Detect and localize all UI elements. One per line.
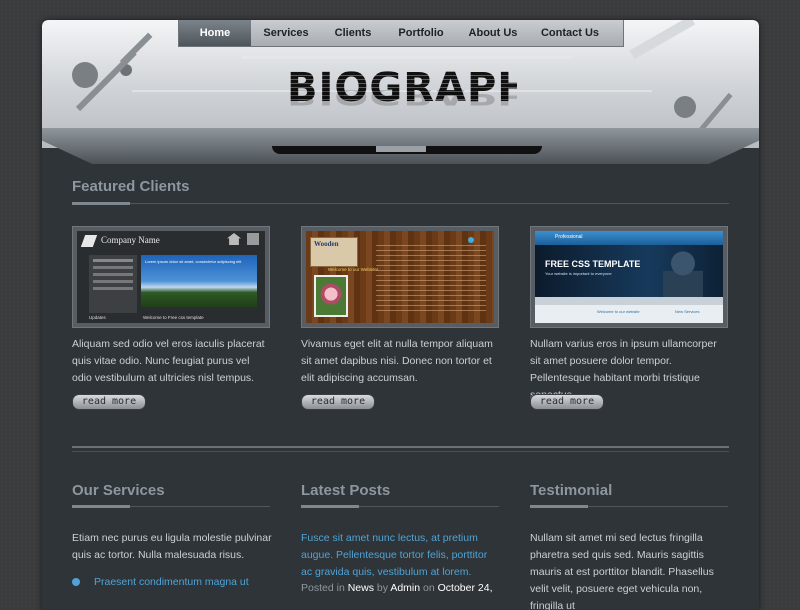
posts-title: Latest Posts xyxy=(301,482,391,499)
thumb3-headline: FREE CSS TEMPLATE xyxy=(545,259,641,269)
nav-services[interactable]: Services xyxy=(251,20,321,46)
read-more-button-1[interactable]: read more xyxy=(72,394,146,410)
main-nav: Home Services Clients Portfolio About Us… xyxy=(178,20,624,47)
client-desc-2: Vivamus eget elit at nulla tempor aliqua… xyxy=(301,338,493,384)
nav-home[interactable]: Home xyxy=(179,20,251,46)
nav-clients[interactable]: Clients xyxy=(321,20,385,46)
thumb2-pin-icon xyxy=(468,237,474,243)
featured-rule xyxy=(72,203,729,204)
section-divider-lower xyxy=(72,451,729,452)
featured-rule-accent xyxy=(72,202,130,205)
testimonial-rule-accent xyxy=(530,505,588,508)
deco-line-left-2 xyxy=(119,32,153,66)
post-meta-author[interactable]: Admin xyxy=(390,582,420,594)
thumb3-figure xyxy=(663,249,703,297)
services-text: Etiam nec purus eu ligula molestie pulvi… xyxy=(72,532,272,561)
thumb1-logo-icon xyxy=(80,235,98,247)
client-desc-1: Aliquam sed odio vel eros iaculis placer… xyxy=(72,338,265,384)
read-more-button-2[interactable]: read more xyxy=(301,394,375,410)
thumb1-doc-icon xyxy=(247,233,259,245)
thumb2-brand: Wooden xyxy=(314,240,339,248)
thumb3-brand: Professional xyxy=(555,234,583,240)
thumb3-sub: Your website is important to everyone xyxy=(545,271,612,276)
thumb1-tagline: Lorem ipsum dolor sit amet, consectetur … xyxy=(145,259,242,264)
thumb1-footer-left: Updates xyxy=(89,315,106,320)
deco-circle-left-large xyxy=(72,62,98,88)
page-container: BIOGRAPH BIOGRAPH Home Services Clients … xyxy=(42,20,759,610)
post-meta-posted: Posted in xyxy=(301,582,345,594)
read-more-button-3[interactable]: read more xyxy=(530,394,604,410)
testimonial-text: Nullam sit amet mi sed lectus fringilla … xyxy=(530,532,714,610)
post-meta-by: by xyxy=(376,582,388,594)
post-meta: Posted in News by Admin on October 24, xyxy=(301,580,501,597)
thumb3-welcome: Welcome to our website xyxy=(597,309,640,314)
bullet-arrow-icon xyxy=(72,578,80,587)
nav-portfolio[interactable]: Portfolio xyxy=(385,20,457,46)
post-link[interactable]: Fusce sit amet nunc lectus, at pretium a… xyxy=(301,530,501,581)
thumb2-text-block xyxy=(376,245,486,315)
section-divider xyxy=(72,446,729,448)
thumb3-hero: FREE CSS TEMPLATE Your website is import… xyxy=(535,245,723,297)
services-item-1[interactable]: Praesent condimentum magna ut xyxy=(72,574,272,591)
post-meta-date: October 24, xyxy=(437,582,493,594)
client-thumb-1[interactable]: Company Name Lorem ipsum dolor sit amet,… xyxy=(72,226,270,328)
services-title: Our Services xyxy=(72,482,165,499)
post-meta-category[interactable]: News xyxy=(348,582,374,594)
featured-title: Featured Clients xyxy=(72,178,190,195)
header-strip-mid xyxy=(376,146,426,152)
services-item-label[interactable]: Praesent condimentum magna ut xyxy=(94,576,249,588)
deco-circle-right xyxy=(674,96,696,118)
posts-rule-accent xyxy=(301,505,359,508)
thumb1-banner: Lorem ipsum dolor sit amet, consectetur … xyxy=(141,255,257,307)
services-rule-accent xyxy=(72,505,130,508)
thumb1-footer-right: Welcome to Free css template xyxy=(143,315,204,320)
logo-reflection: BIOGRAPH xyxy=(287,90,517,108)
deco-stripe-top xyxy=(242,56,572,59)
nav-contact-us[interactable]: Contact Us xyxy=(529,20,611,46)
thumb1-home-icon xyxy=(227,233,241,245)
client-thumb-2[interactable]: Wooden Welcome to our Website! xyxy=(301,226,499,328)
thumb2-welcome: Welcome to our Website! xyxy=(328,267,379,272)
thumb3-nav xyxy=(535,297,723,305)
thumb1-company: Company Name xyxy=(101,235,160,245)
thumb3-topbar: Professional xyxy=(535,231,723,245)
testimonial-title: Testimonial xyxy=(530,482,613,499)
post-meta-on: on xyxy=(423,582,435,594)
thumb2-photo xyxy=(314,275,348,317)
thumb2-badge: Wooden xyxy=(310,237,358,267)
thumb3-news: New Services xyxy=(675,309,700,314)
deco-line-right-2 xyxy=(629,20,696,60)
thumb1-sidebar xyxy=(89,255,137,313)
client-thumb-3[interactable]: Professional FREE CSS TEMPLATE Your webs… xyxy=(530,226,728,328)
nav-about-us[interactable]: About Us xyxy=(457,20,529,46)
